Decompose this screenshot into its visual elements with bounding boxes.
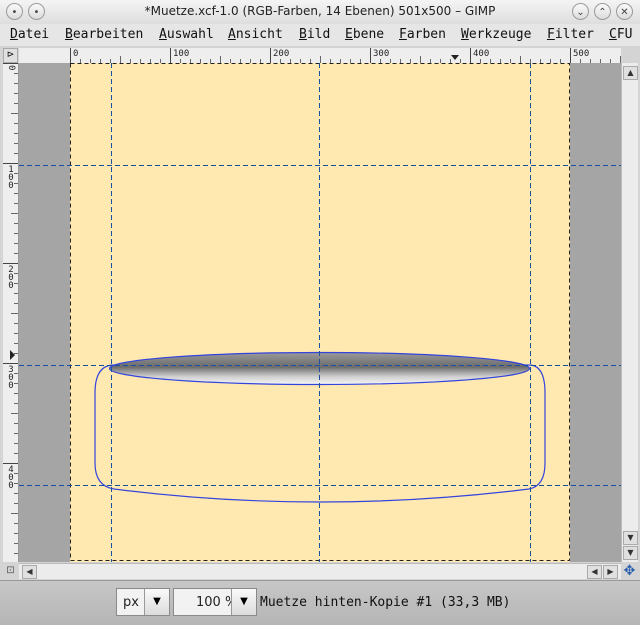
- guides: [19, 63, 621, 562]
- pointer-marker-icon: [10, 350, 15, 360]
- menu-arrow-icon[interactable]: ⊳: [3, 48, 18, 63]
- chevron-down-icon[interactable]: ▼: [144, 589, 169, 615]
- scroll-down-button-2[interactable]: ▼: [623, 546, 638, 560]
- unit-select[interactable]: px ▼: [116, 588, 170, 616]
- scroll-left-button[interactable]: ◀: [22, 565, 37, 579]
- menu-ebene[interactable]: Ebene: [345, 27, 384, 42]
- menu-cfu[interactable]: CFU: [609, 27, 632, 42]
- menu-bar: Datei Bearbeiten Auswahl Ansicht Bild Eb…: [0, 24, 640, 46]
- ruler-label: 400: [6, 465, 16, 489]
- ruler-label: 300: [6, 365, 16, 389]
- horizontal-ruler[interactable]: 0 100 200 300 400 500: [19, 48, 621, 64]
- menu-datei[interactable]: Datei: [10, 27, 49, 42]
- vertical-scrollbar[interactable]: ▲ ▼ ▼: [621, 63, 638, 562]
- pointer-marker-icon: [451, 55, 459, 60]
- scroll-right-button[interactable]: ▶: [603, 565, 618, 579]
- canvas-overlay: [19, 63, 621, 562]
- navigate-icon[interactable]: ✥: [621, 563, 638, 579]
- scroll-left-button-2[interactable]: ◀: [587, 565, 602, 579]
- menu-farben[interactable]: Farben: [399, 27, 446, 42]
- canvas-viewport[interactable]: [19, 63, 621, 562]
- menu-auswahl[interactable]: Auswahl: [159, 27, 214, 42]
- unit-value: px: [123, 595, 139, 610]
- title-bar: • • *Muetze.xcf-1.0 (RGB-Farben, 14 Eben…: [0, 0, 640, 25]
- ruler-label: 0: [73, 49, 79, 59]
- menu-ansicht[interactable]: Ansicht: [228, 27, 283, 42]
- ruler-label: 500: [573, 49, 590, 59]
- quick-mask-icon[interactable]: ⊡: [3, 563, 18, 579]
- ruler-label: 200: [273, 49, 290, 59]
- ruler-ticks: [70, 48, 621, 63]
- status-bar: px ▼ 100 % ▼ Muetze hinten-Kopie #1 (33,…: [0, 580, 640, 625]
- ruler-label: 200: [6, 265, 16, 289]
- menu-werkzeuge[interactable]: Werkzeuge: [461, 27, 531, 42]
- minimize-button[interactable]: ⌄: [572, 3, 589, 20]
- window-title: *Muetze.xcf-1.0 (RGB-Farben, 14 Ebenen) …: [144, 4, 496, 18]
- ruler-label: 300: [373, 49, 390, 59]
- zoom-select[interactable]: 100 % ▼: [173, 588, 257, 616]
- vertical-ruler[interactable]: 0 100 200 300 400: [3, 63, 19, 562]
- status-message: Muetze hinten-Kopie #1 (33,3 MB): [260, 595, 511, 610]
- horizontal-scrollbar[interactable]: ◀ ◀ ▶: [19, 563, 621, 579]
- ruler-label: 100: [173, 49, 190, 59]
- menu-bild[interactable]: Bild: [299, 27, 330, 42]
- scroll-down-button[interactable]: ▼: [623, 531, 638, 545]
- ruler-label: 0: [6, 65, 16, 70]
- scroll-up-button[interactable]: ▲: [623, 66, 638, 80]
- chevron-down-icon[interactable]: ▼: [231, 589, 256, 615]
- ruler-label: 100: [6, 165, 16, 189]
- maximize-button[interactable]: ⌃: [594, 3, 611, 20]
- close-button[interactable]: ✕: [616, 3, 633, 20]
- menu-filter[interactable]: Filter: [547, 27, 594, 42]
- menu-bearbeiten[interactable]: Bearbeiten: [65, 27, 143, 42]
- ruler-label: 400: [473, 49, 490, 59]
